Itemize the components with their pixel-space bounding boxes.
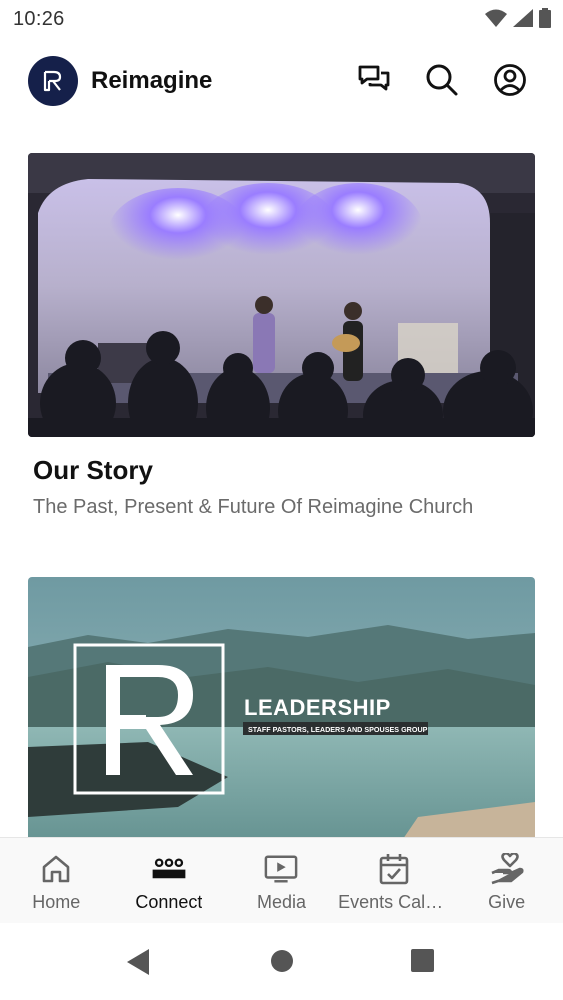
play-icon	[264, 852, 298, 886]
card-title: Our Story	[33, 455, 153, 485]
chat-button[interactable]	[357, 65, 391, 99]
give-heart-icon	[490, 852, 524, 886]
home-icon	[39, 852, 73, 886]
status-bar: 10:26	[0, 0, 563, 38]
nav-label: Home	[32, 892, 81, 912]
profile-button[interactable]	[493, 63, 527, 102]
nav-label: Events Calendar	[338, 892, 450, 912]
nav-item-give[interactable]: Give	[450, 838, 563, 924]
status-time: 10:26	[13, 8, 65, 30]
cellular-signal-icon	[513, 9, 533, 32]
nav-item-home[interactable]: Home	[0, 838, 113, 924]
bottom-navigation: Home Connect Media Events Calen Give	[0, 837, 563, 923]
recents-icon[interactable]	[411, 949, 434, 977]
card-leadership[interactable]: LEADERSHIP STAFF PASTORS, LEADERS AND SP…	[28, 577, 535, 837]
wifi-icon	[485, 9, 507, 32]
app-header: Reimagine	[0, 56, 563, 108]
card-subtitle: The Past, Present & Future Of Reimagine …	[33, 496, 474, 518]
home-circle-icon[interactable]	[270, 949, 294, 978]
header-actions	[357, 63, 527, 102]
nav-label: Connect	[135, 892, 203, 912]
search-button[interactable]	[425, 63, 459, 102]
back-icon[interactable]	[127, 949, 151, 980]
leadership-overlay-subtitle: STAFF PASTORS, LEADERS AND SPOUSES GROUP	[248, 725, 428, 734]
nav-label: Media	[256, 892, 306, 912]
profile-icon	[493, 63, 527, 102]
search-icon	[425, 63, 459, 102]
status-icons	[485, 8, 551, 33]
card-our-story[interactable]: Our Story The Past, Present & Future Of …	[28, 153, 535, 519]
worship-stage-photo[interactable]	[28, 153, 535, 437]
leadership-lake-photo[interactable]: LEADERSHIP STAFF PASTORS, LEADERS AND SP…	[28, 577, 535, 837]
nav-item-media[interactable]: Media	[225, 838, 338, 924]
leadership-overlay-title: LEADERSHIP	[244, 695, 391, 720]
reimagine-logo-icon[interactable]	[28, 56, 78, 106]
battery-icon	[539, 8, 551, 33]
app-title: Reimagine	[91, 67, 213, 94]
nav-item-connect[interactable]: Connect	[113, 838, 226, 924]
chat-icon	[357, 64, 391, 101]
nav-label: Give	[488, 892, 526, 912]
calendar-icon	[377, 852, 411, 886]
people-icon	[152, 852, 186, 886]
system-navigation-bar	[0, 923, 563, 1000]
nav-item-events-calendar[interactable]: Events Calendar	[338, 838, 451, 924]
content-feed[interactable]: Our Story The Past, Present & Future Of …	[28, 153, 535, 837]
